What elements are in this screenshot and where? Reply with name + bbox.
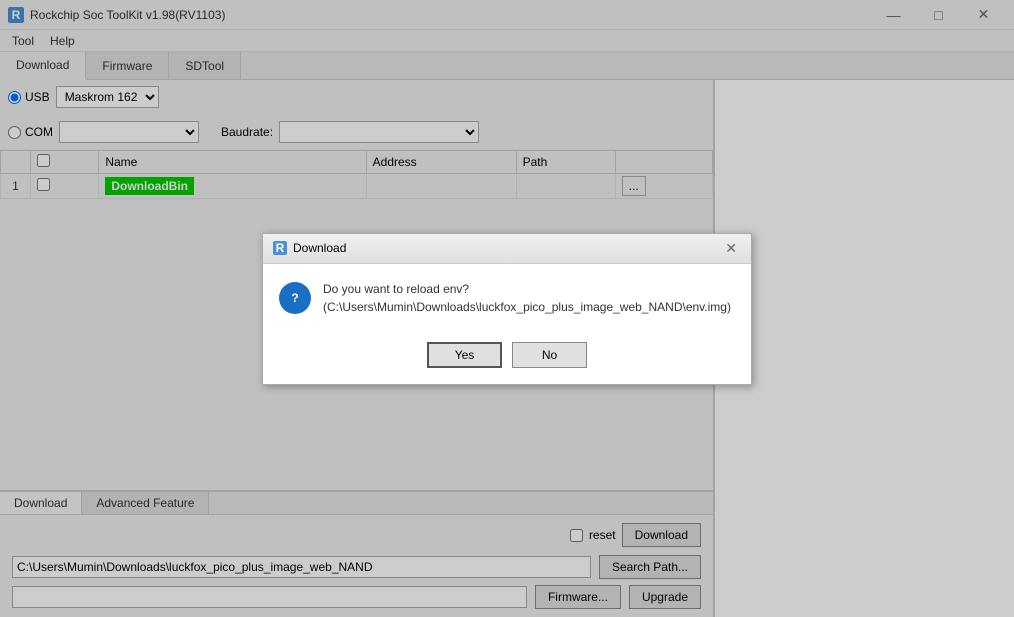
dialog-overlay: R Download ✕ ? Do you want to reload env… [0, 0, 1014, 617]
download-dialog: R Download ✕ ? Do you want to reload env… [262, 233, 752, 385]
dialog-yes-button[interactable]: Yes [427, 342, 502, 368]
dialog-close-button[interactable]: ✕ [721, 240, 741, 257]
dialog-no-button[interactable]: No [512, 342, 587, 368]
dialog-body: ? Do you want to reload env?(C:\Users\Mu… [263, 264, 751, 332]
dialog-message: Do you want to reload env?(C:\Users\Mumi… [323, 280, 735, 316]
dialog-question-icon: ? [279, 282, 311, 314]
dialog-title-bar: R Download ✕ [263, 234, 751, 264]
dialog-title-text: Download [293, 241, 346, 255]
dialog-buttons: Yes No [263, 332, 751, 384]
dialog-title-icon: R [273, 241, 287, 255]
